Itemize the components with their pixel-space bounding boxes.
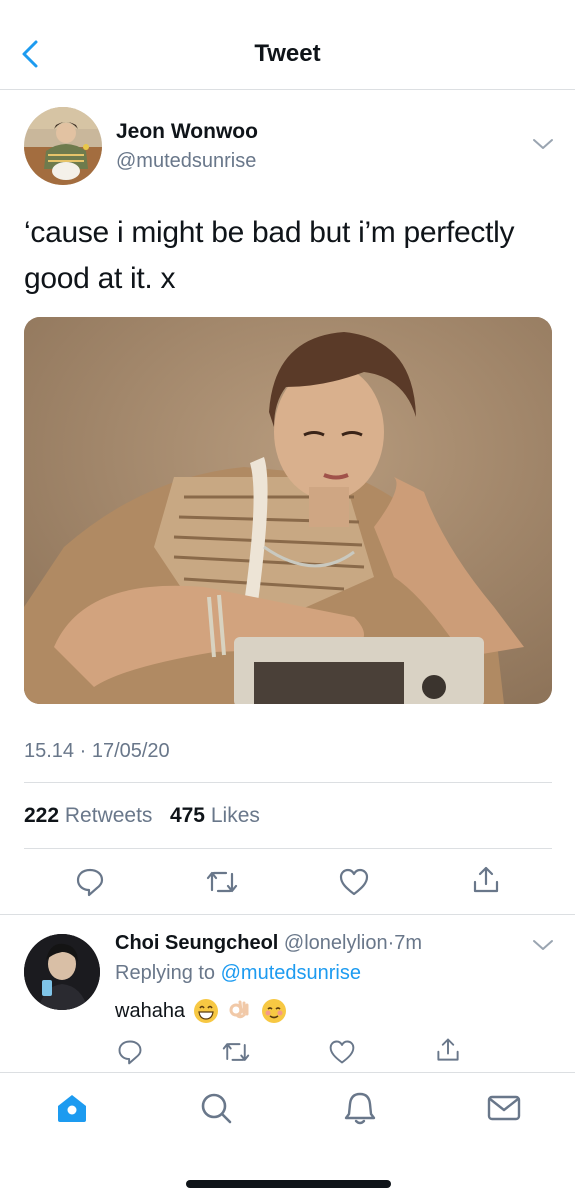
reply-author-name[interactable]: Choi Seungcheol — [115, 932, 278, 954]
retweet-count[interactable]: 222 — [24, 804, 59, 827]
like-label[interactable]: Likes — [211, 804, 260, 827]
replying-to: Replying to @mutedsunrise — [115, 962, 361, 985]
relieved-face-icon — [262, 999, 287, 1023]
reply-header: Choi Seungcheol @lonelylion·7m — [115, 932, 422, 955]
share-icon — [437, 1038, 459, 1061]
tab-messages[interactable] — [484, 1088, 524, 1128]
retweet-label[interactable]: Retweets — [65, 804, 153, 827]
retweet-icon — [206, 871, 238, 893]
like-count[interactable]: 475 — [170, 804, 205, 827]
chevron-down-icon — [533, 139, 553, 149]
tweet-text: ‘cause i might be bad but i’m perfectly … — [24, 216, 515, 295]
reply-time: 7m — [394, 932, 423, 954]
photo-image — [24, 317, 552, 704]
tweet-stats: 222 Retweets 475 Likes — [24, 804, 260, 828]
page-title: Tweet — [254, 40, 321, 67]
tab-home[interactable] — [52, 1088, 92, 1128]
grinning-face-icon — [194, 999, 219, 1023]
reply-text-row: wahaha — [115, 998, 287, 1024]
like-icon — [329, 1040, 355, 1064]
home-icon — [58, 1095, 86, 1122]
reply-icon — [118, 1040, 142, 1065]
reply-avatar[interactable] — [24, 934, 100, 1010]
tweet-divider — [0, 914, 575, 915]
stats-divider-top — [24, 782, 552, 783]
reply-more-options-button[interactable] — [532, 938, 554, 952]
tab-notifications[interactable] — [340, 1088, 380, 1128]
avatar-photo — [24, 107, 102, 185]
reply-retweet-button[interactable] — [220, 1038, 252, 1066]
reply-avatar-photo — [24, 934, 100, 1010]
chevron-down-icon — [533, 940, 553, 950]
reply-button[interactable] — [74, 866, 106, 898]
reply-share-button[interactable] — [434, 1036, 462, 1064]
replying-prefix: Replying to — [115, 962, 216, 984]
replying-handle-link[interactable]: @mutedsunrise — [221, 962, 361, 984]
retweet-icon — [222, 1043, 250, 1061]
reply-like-button[interactable] — [328, 1038, 356, 1066]
reply-icon — [76, 868, 104, 897]
author-name[interactable]: Jeon Wonwoo — [116, 120, 258, 144]
reply-author-handle[interactable]: @lonelylion — [284, 932, 388, 954]
share-icon — [473, 866, 499, 893]
more-options-button[interactable] — [532, 137, 554, 151]
like-button[interactable] — [338, 866, 370, 898]
author-handle[interactable]: @mutedsunrise — [116, 150, 256, 173]
share-button[interactable] — [470, 864, 502, 896]
tweet-timestamp: 15.14 · 17/05/20 — [24, 740, 170, 762]
reply-text: wahaha — [115, 999, 186, 1022]
search-icon — [201, 1093, 232, 1124]
stats-divider-bottom — [24, 848, 552, 849]
ok-hand-icon — [229, 1000, 249, 1019]
tab-search[interactable] — [196, 1088, 236, 1128]
tabbar-divider — [0, 1072, 575, 1073]
retweet-button[interactable] — [204, 866, 240, 898]
messages-icon — [487, 1095, 521, 1121]
avatar[interactable] — [24, 107, 102, 185]
like-icon — [339, 868, 369, 896]
notifications-icon — [344, 1092, 376, 1125]
home-indicator — [186, 1180, 391, 1188]
reply-reply-button[interactable] — [116, 1038, 144, 1066]
header-divider — [0, 89, 575, 90]
tweet-photo[interactable] — [24, 317, 552, 704]
